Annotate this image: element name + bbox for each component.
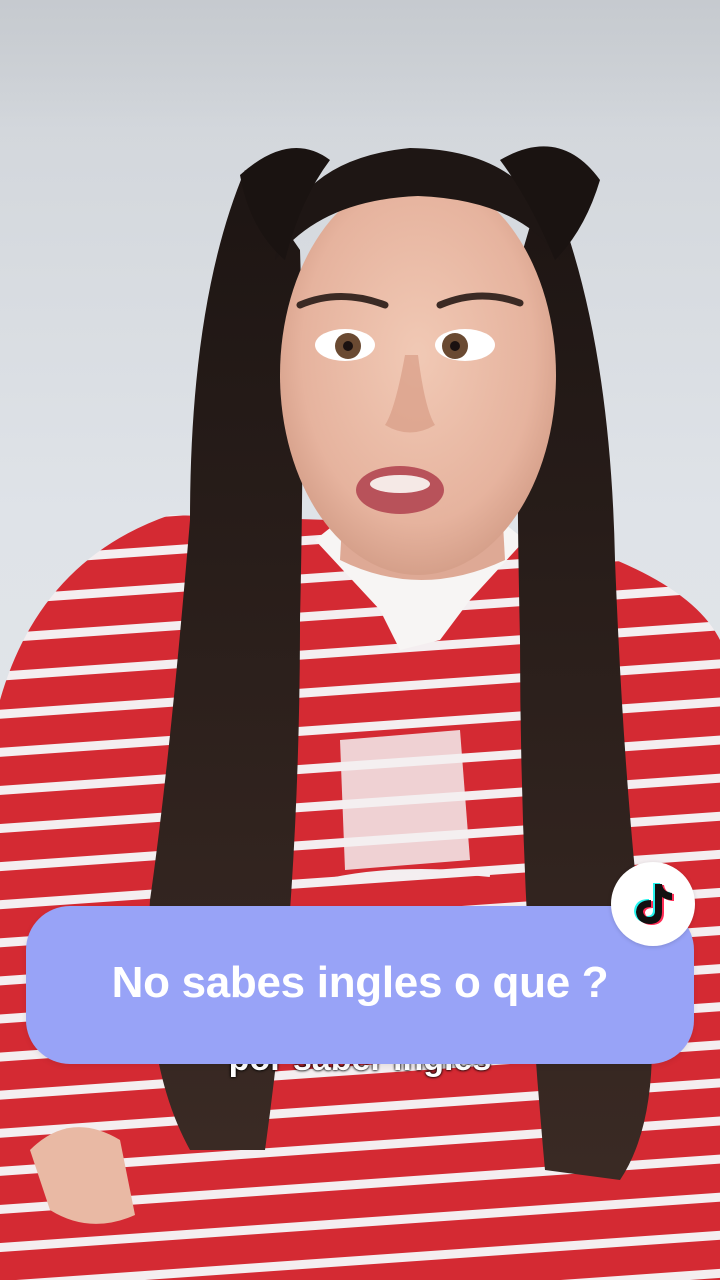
caption-bubble-text: No sabes ingles o que ?	[111, 958, 609, 1007]
caption-bubble: No sabes ingles o que ?	[26, 906, 694, 1064]
person-photo	[0, 146, 720, 1280]
tiktok-logo-icon	[611, 862, 695, 946]
video-frame: por saber ingles No sabes ingles o que ?	[0, 0, 720, 1280]
